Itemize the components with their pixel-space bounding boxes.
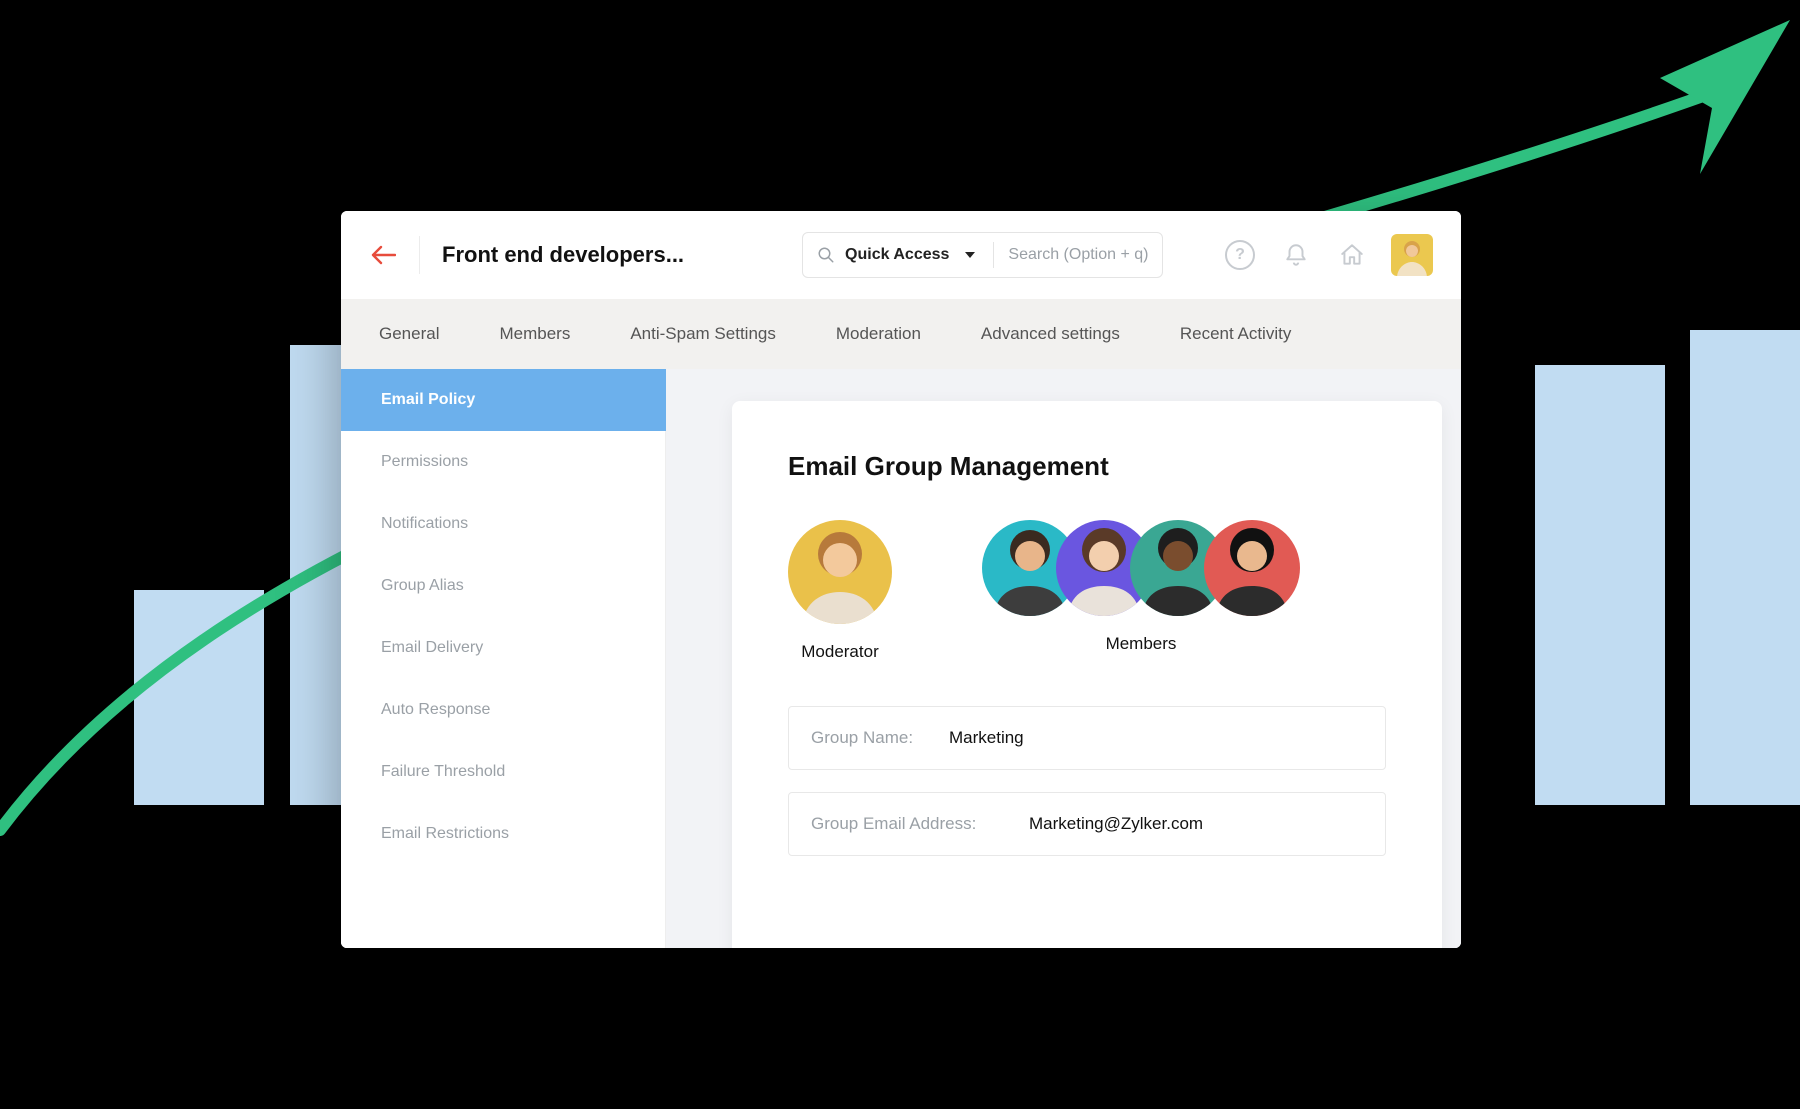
field-value: Marketing	[949, 728, 1024, 748]
person-icon	[788, 520, 892, 624]
home-button[interactable]	[1335, 238, 1369, 272]
members-label: Members	[1106, 634, 1177, 654]
members-col: Members	[982, 520, 1300, 654]
moderator-label: Moderator	[801, 642, 878, 662]
sidebar-item-permissions[interactable]: Permissions	[341, 431, 666, 493]
notifications-button[interactable]	[1279, 238, 1313, 272]
window-body: Email Policy Permissions Notifications G…	[341, 369, 1461, 948]
divider	[993, 242, 994, 268]
member-avatar	[1204, 520, 1300, 616]
app-window: Front end developers... Quick Access Sea…	[341, 211, 1461, 948]
sidebar-item-notifications[interactable]: Notifications	[341, 493, 666, 555]
person-icon	[1204, 520, 1300, 616]
tab-recent-activity[interactable]: Recent Activity	[1180, 324, 1292, 344]
group-name-field[interactable]: Group Name: Marketing	[788, 706, 1386, 770]
back-button[interactable]	[369, 241, 397, 269]
search-input[interactable]: Search (Option + q)	[1008, 246, 1148, 264]
tab-members[interactable]: Members	[499, 324, 570, 344]
sidebar-item-email-policy[interactable]: Email Policy	[341, 369, 666, 431]
help-button[interactable]: ?	[1223, 238, 1257, 272]
sidebar-item-failure-threshold[interactable]: Failure Threshold	[341, 741, 666, 803]
quick-access-label: Quick Access	[845, 246, 949, 264]
sidebar-item-group-alias[interactable]: Group Alias	[341, 555, 666, 617]
divider	[419, 236, 420, 274]
sidebar-item-auto-response[interactable]: Auto Response	[341, 679, 666, 741]
tab-moderation[interactable]: Moderation	[836, 324, 921, 344]
field-value: Marketing@Zylker.com	[1029, 814, 1203, 834]
field-label: Group Name:	[811, 728, 921, 748]
moderator-avatar	[788, 520, 892, 624]
app-header: Front end developers... Quick Access Sea…	[341, 211, 1461, 299]
main-panel: Email Group Management Moderator	[666, 369, 1461, 948]
people-row: Moderator	[788, 520, 1386, 662]
sidebar-item-email-restrictions[interactable]: Email Restrictions	[341, 803, 666, 865]
search-icon	[817, 246, 835, 264]
email-group-card: Email Group Management Moderator	[732, 401, 1442, 948]
bell-icon	[1283, 242, 1309, 268]
arrow-left-icon	[370, 245, 396, 265]
page-title: Front end developers...	[442, 242, 684, 268]
moderator-col: Moderator	[788, 520, 892, 662]
quick-access-dropdown[interactable]: Quick Access Search (Option + q)	[802, 232, 1163, 278]
tab-strip: General Members Anti-Spam Settings Moder…	[341, 299, 1461, 369]
tab-advanced-settings[interactable]: Advanced settings	[981, 324, 1120, 344]
member-avatar-stack	[982, 520, 1300, 616]
sidebar-item-email-delivery[interactable]: Email Delivery	[341, 617, 666, 679]
tab-general[interactable]: General	[379, 324, 439, 344]
user-avatar[interactable]	[1391, 234, 1433, 276]
field-label: Group Email Address:	[811, 814, 1001, 834]
person-icon	[1391, 234, 1433, 276]
question-icon: ?	[1225, 240, 1255, 270]
card-title: Email Group Management	[788, 451, 1386, 482]
group-email-field[interactable]: Group Email Address: Marketing@Zylker.co…	[788, 792, 1386, 856]
tab-anti-spam[interactable]: Anti-Spam Settings	[630, 324, 776, 344]
settings-sidebar: Email Policy Permissions Notifications G…	[341, 369, 666, 948]
home-icon	[1339, 242, 1365, 268]
chevron-down-icon	[965, 252, 975, 258]
